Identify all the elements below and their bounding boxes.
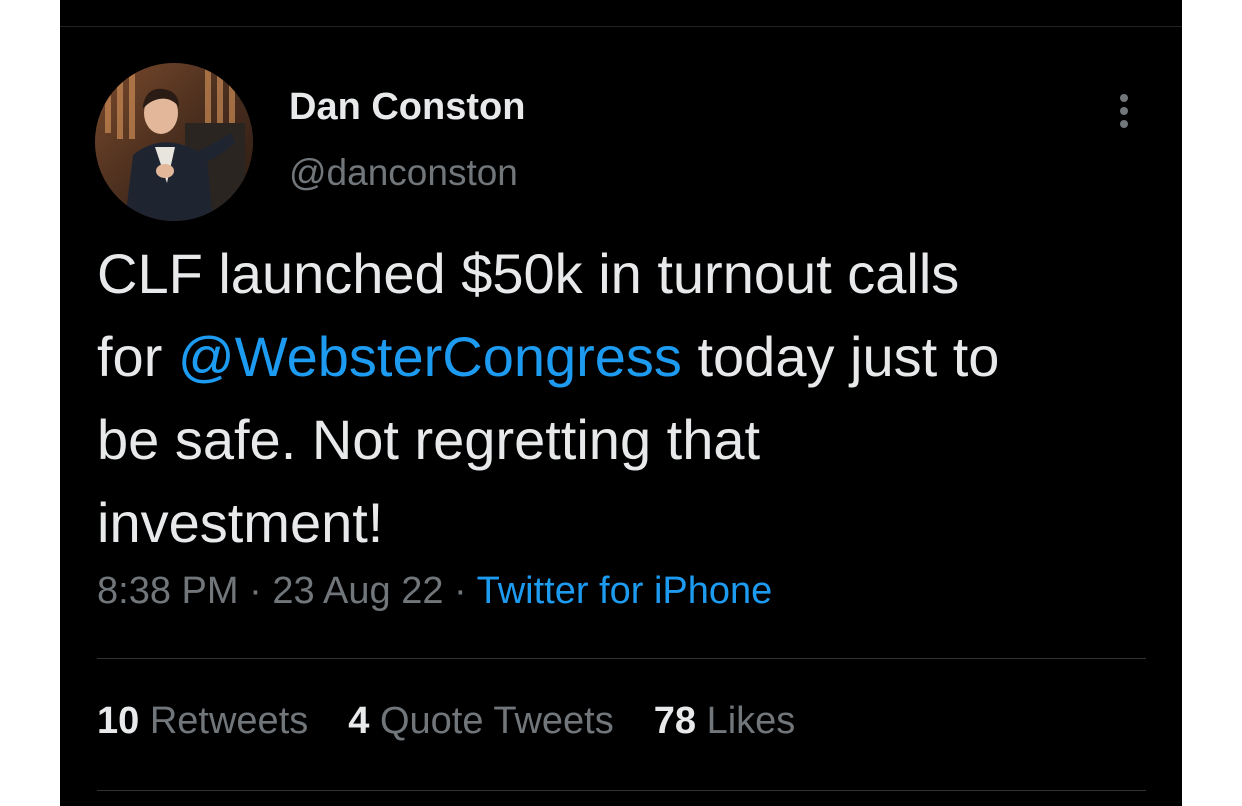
likes-label: Likes — [706, 700, 796, 742]
more-vertical-icon-dot — [1120, 120, 1128, 128]
more-vertical-icon-dot — [1120, 107, 1128, 115]
retweets-stat[interactable]: 10 Retweets — [97, 700, 308, 743]
avatar[interactable] — [95, 63, 253, 221]
likes-stat[interactable]: 78 Likes — [654, 700, 796, 743]
avatar-photo — [95, 63, 253, 221]
more-options-button[interactable] — [1110, 90, 1138, 132]
tweet-stats: 10 Retweets 4 Quote Tweets 78 Likes — [97, 700, 835, 743]
tweet-meta: 8:38 PM · 23 Aug 22 · Twitter for iPhone — [97, 570, 772, 613]
tweet-time[interactable]: 8:38 PM — [97, 570, 239, 612]
display-name[interactable]: Dan Conston — [289, 86, 525, 129]
divider — [97, 658, 1146, 659]
meta-separator: · — [443, 570, 477, 612]
mention-link[interactable]: @WebsterCongress — [178, 325, 682, 388]
tweet-source-link[interactable]: Twitter for iPhone — [477, 570, 773, 612]
more-vertical-icon — [1120, 94, 1128, 102]
tweet-detail: Dan Conston @danconston CLF launched $50… — [60, 0, 1182, 806]
divider — [97, 790, 1146, 791]
quote-tweets-label: Quote Tweets — [379, 700, 614, 742]
likes-count: 78 — [653, 700, 697, 742]
tweet-text: CLF launched $50k in turnout calls for @… — [97, 232, 1157, 564]
tweet-text-line: investment! — [97, 491, 384, 554]
tweet-text-line: for @WebsterCongress today just to — [97, 315, 1157, 398]
user-handle[interactable]: @danconston — [289, 152, 518, 194]
tweet-text-line: CLF launched $50k in turnout calls — [97, 242, 960, 305]
quote-tweets-count: 4 — [348, 700, 370, 742]
tweet-date[interactable]: 23 Aug 22 — [272, 570, 443, 612]
meta-separator: · — [238, 570, 273, 612]
retweets-count: 10 — [97, 700, 140, 742]
retweets-label: Retweets — [149, 700, 309, 742]
tweet-text-line: be safe. Not regretting that — [97, 408, 761, 471]
tweet-text-segment: today just to — [681, 325, 1000, 388]
tweet-text-segment: for — [97, 325, 178, 388]
quote-tweets-stat[interactable]: 4 Quote Tweets — [348, 700, 613, 743]
top-divider — [60, 26, 1182, 27]
